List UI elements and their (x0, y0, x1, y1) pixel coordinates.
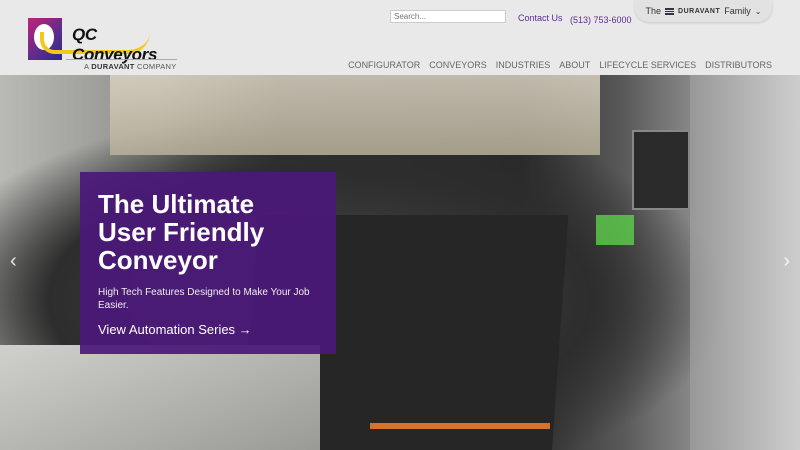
family-suffix: Family (724, 6, 751, 16)
logo-tagline: A DURAVANT COMPANY (84, 62, 177, 71)
hero-promo-box: The Ultimate User Friendly Conveyor High… (80, 172, 336, 354)
hero-image-green-panel (596, 215, 634, 245)
hero-image-base (0, 345, 320, 450)
chevron-down-icon: ⌄ (754, 6, 762, 16)
nav-distributors[interactable]: DISTRIBUTORS (705, 60, 772, 70)
hero-image-motor (632, 130, 690, 210)
duravant-logo-icon (665, 7, 675, 15)
contact-link[interactable]: Contact Us (518, 13, 563, 23)
site-header: QC Conveyors A DURAVANT COMPANY Contact … (0, 0, 800, 75)
carousel-next-icon[interactable]: › (783, 250, 790, 273)
hero-image-rack (110, 75, 600, 155)
carousel-prev-icon[interactable]: ‹ (10, 250, 17, 273)
logo-divider (66, 59, 177, 60)
nav-conveyors[interactable]: CONVEYORS (429, 60, 487, 70)
search-input[interactable] (390, 10, 506, 23)
nav-configurator[interactable]: CONFIGURATOR (348, 60, 420, 70)
main-nav: CONFIGURATOR CONVEYORS INDUSTRIES ABOUT … (348, 60, 772, 70)
hero-cta-link[interactable]: View Automation Series → (98, 322, 318, 337)
logo[interactable]: QC Conveyors A DURAVANT COMPANY (28, 18, 180, 72)
hero-image-orange-strip (370, 423, 550, 429)
nav-lifecycle-services[interactable]: LIFECYCLE SERVICES (599, 60, 696, 70)
phone-number[interactable]: (513) 753-6000 (570, 15, 632, 25)
nav-industries[interactable]: INDUSTRIES (496, 60, 551, 70)
duravant-family-dropdown[interactable]: The DURAVANT Family ⌄ (635, 0, 772, 22)
hero-subtitle: High Tech Features Designed to Make Your… (98, 287, 310, 311)
family-prefix: The (645, 6, 662, 16)
family-brand: DURAVANT (678, 7, 721, 15)
hero-title: The Ultimate User Friendly Conveyor (98, 189, 265, 275)
nav-about[interactable]: ABOUT (559, 60, 590, 70)
